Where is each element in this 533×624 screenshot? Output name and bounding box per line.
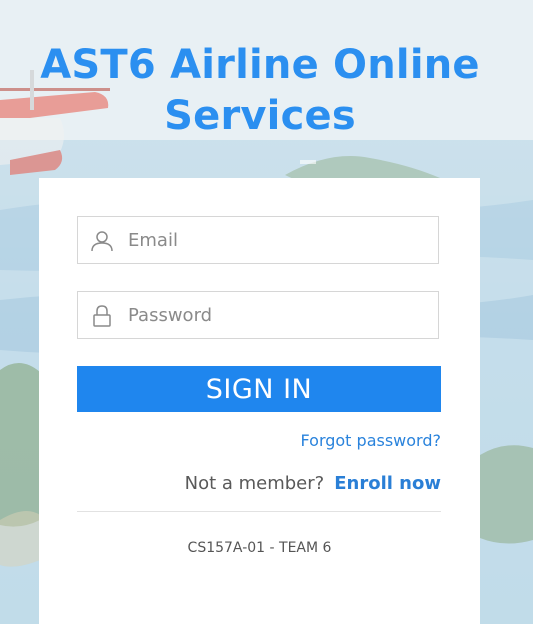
password-input[interactable] bbox=[128, 292, 428, 338]
forgot-password-link[interactable]: Forgot password? bbox=[301, 431, 441, 450]
email-field-wrapper[interactable] bbox=[77, 216, 439, 264]
divider bbox=[77, 511, 441, 512]
page-title: AST6 Airline Online Services bbox=[40, 42, 480, 139]
user-icon bbox=[90, 229, 114, 253]
sign-in-button[interactable]: SIGN IN bbox=[77, 366, 441, 412]
enroll-row: Not a member? Enroll now bbox=[185, 473, 441, 494]
enroll-now-link[interactable]: Enroll now bbox=[334, 473, 441, 494]
not-member-text: Not a member? bbox=[184, 473, 325, 494]
footer-credit: CS157A-01 - TEAM 6 bbox=[187, 540, 332, 556]
password-field-wrapper[interactable] bbox=[77, 291, 439, 339]
email-input[interactable] bbox=[128, 217, 428, 263]
lock-icon bbox=[90, 304, 114, 328]
login-card: SIGN IN Forgot password? Not a member? En… bbox=[39, 178, 480, 624]
